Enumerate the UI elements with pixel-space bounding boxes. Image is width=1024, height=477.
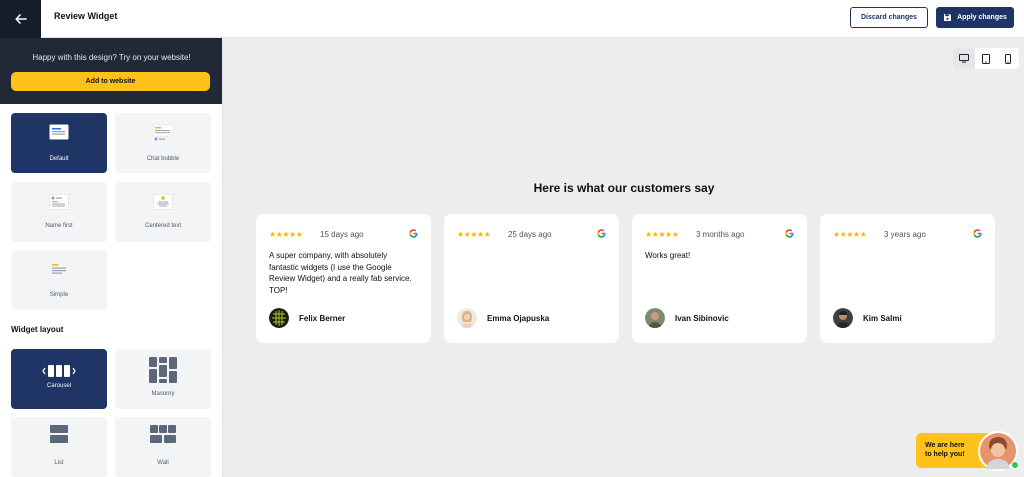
review-author: Kim Salmi xyxy=(833,308,902,328)
layout-tile-label: Carousel xyxy=(46,383,71,389)
layout-tile-masonry[interactable]: Masonry xyxy=(115,349,211,409)
layout-tile-list[interactable]: List xyxy=(11,417,107,477)
google-icon xyxy=(597,229,606,238)
review-card[interactable]: ★★★★★ 3 months ago Works great! Ivan Sib… xyxy=(632,214,807,343)
star-rating: ★★★★★ xyxy=(269,230,303,239)
default-layout-icon xyxy=(49,124,69,140)
apply-changes-label: Apply changes xyxy=(957,14,1007,21)
avatar xyxy=(457,308,477,328)
avatar xyxy=(645,308,665,328)
carousel-icon xyxy=(42,365,76,377)
add-to-website-button[interactable]: Add to website xyxy=(11,72,210,91)
list-layout-icon xyxy=(50,425,68,443)
promo-banner: Happy with this design? Try on your webs… xyxy=(0,38,222,104)
style-tile-label: Default xyxy=(49,156,69,162)
tablet-icon xyxy=(982,53,990,64)
review-text: A super company, with absolutely fantast… xyxy=(269,251,412,295)
save-icon xyxy=(944,14,952,21)
promo-text: Happy with this design? Try on your webs… xyxy=(32,53,191,62)
device-switcher xyxy=(953,48,1019,69)
wall-layout-icon xyxy=(150,425,176,443)
google-icon xyxy=(409,229,418,238)
star-rating: ★★★★★ xyxy=(833,230,867,239)
google-icon xyxy=(973,229,982,238)
style-tile-label: Name first xyxy=(45,223,73,229)
discard-changes-button[interactable]: Discard changes xyxy=(850,7,928,28)
author-name: Felix Berner xyxy=(299,313,346,323)
star-rating: ★★★★★ xyxy=(457,230,491,239)
centered-text-layout-icon xyxy=(153,194,173,210)
author-name: Ivan Sibinovic xyxy=(675,313,729,323)
page-title: Review Widget xyxy=(54,11,118,21)
layout-tile-label: List xyxy=(54,460,64,466)
style-tile-label: Centered text xyxy=(144,223,182,229)
name-first-layout-icon xyxy=(49,194,69,210)
layout-tile-label: Masonry xyxy=(151,391,175,397)
author-name: Kim Salmi xyxy=(863,313,902,323)
top-bar: Review Widget Discard changes Apply chan… xyxy=(0,0,1024,38)
review-card[interactable]: ★★★★★ 25 days ago Emma Ojapuska xyxy=(444,214,619,343)
style-tile-centered-text[interactable]: Centered text xyxy=(115,182,211,242)
review-card[interactable]: ★★★★★ 3 years ago Kim Salmi xyxy=(820,214,995,343)
desktop-view-button[interactable] xyxy=(953,48,975,69)
google-icon xyxy=(785,229,794,238)
review-text: Works great! xyxy=(645,251,691,260)
review-date: 3 years ago xyxy=(884,230,926,239)
back-button[interactable] xyxy=(0,0,41,38)
style-tile-label: Chat bubble xyxy=(146,156,180,162)
sidebar: Happy with this design? Try on your webs… xyxy=(0,38,223,477)
avatar xyxy=(833,308,853,328)
mobile-view-button[interactable] xyxy=(997,48,1019,69)
arrow-left-icon xyxy=(14,14,27,24)
tablet-view-button[interactable] xyxy=(975,48,997,69)
review-date: 15 days ago xyxy=(320,230,364,239)
widget-heading: Here is what our customers say xyxy=(533,181,715,195)
online-status-dot xyxy=(1011,461,1019,469)
layout-tile-carousel[interactable]: Carousel xyxy=(11,349,107,409)
avatar xyxy=(269,308,289,328)
review-date: 3 months ago xyxy=(696,230,745,239)
style-tile-name-first[interactable]: Name first xyxy=(11,182,107,242)
style-tile-chat-bubble[interactable]: Chat bubble xyxy=(115,113,211,173)
apply-changes-button[interactable]: Apply changes xyxy=(936,7,1014,28)
review-card[interactable]: ★★★★★ 15 days ago A super company, with … xyxy=(256,214,431,343)
chat-bubble-layout-icon xyxy=(152,124,174,141)
author-name: Emma Ojapuska xyxy=(487,313,550,323)
style-tile-label: Simple xyxy=(49,292,69,298)
masonry-icon xyxy=(149,357,177,383)
widget-layout-title: Widget layout xyxy=(11,325,64,334)
style-tile-default[interactable]: Default xyxy=(11,113,107,173)
review-author: Emma Ojapuska xyxy=(457,308,549,328)
style-tile-simple[interactable]: Simple xyxy=(11,250,107,310)
review-author: Felix Berner xyxy=(269,308,345,328)
layout-tile-label: Wall xyxy=(157,460,169,466)
layout-tile-wall[interactable]: Wall xyxy=(115,417,211,477)
review-author: Ivan Sibinovic xyxy=(645,308,729,328)
desktop-icon xyxy=(959,54,969,63)
simple-layout-icon xyxy=(52,264,66,274)
mobile-icon xyxy=(1005,53,1011,64)
star-rating: ★★★★★ xyxy=(645,230,679,239)
review-date: 25 days ago xyxy=(508,230,552,239)
